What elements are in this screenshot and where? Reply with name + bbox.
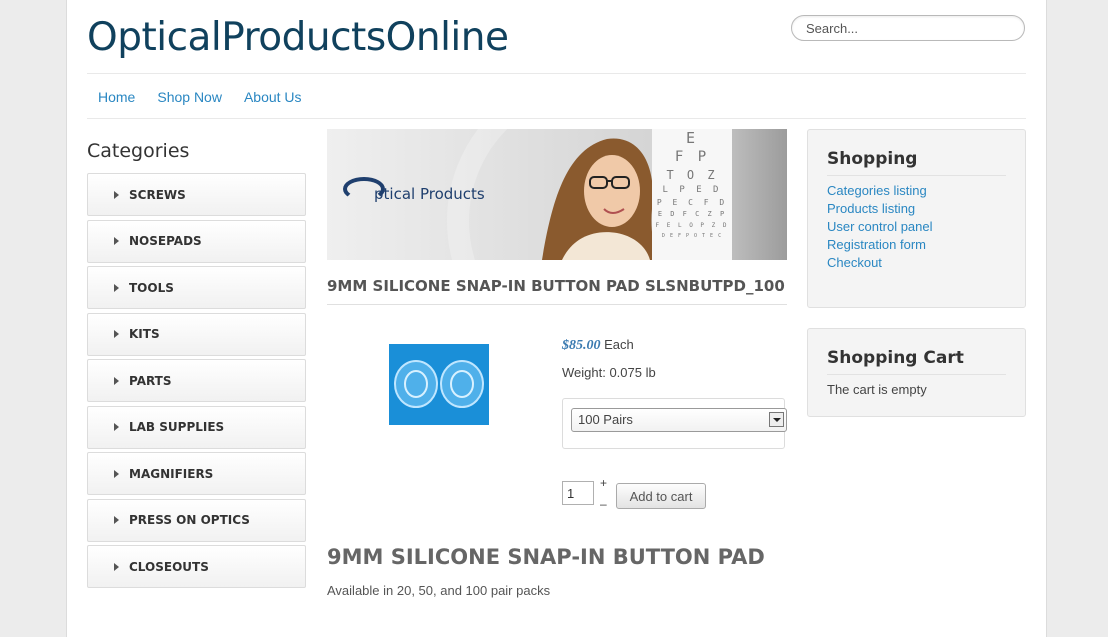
caret-right-icon (114, 330, 119, 338)
category-label: LAB SUPPLIES (129, 420, 225, 434)
link-checkout[interactable]: Checkout (808, 254, 1025, 272)
pack-size-value: 100 Pairs (578, 412, 633, 427)
nav-home[interactable]: Home (87, 89, 146, 105)
eye-chart-row: F P (674, 149, 710, 165)
category-label: PARTS (129, 373, 172, 388)
category-label: MAGNIFIERS (129, 466, 214, 481)
category-label: SCREWS (129, 187, 186, 202)
product-price: $85.00 (562, 338, 601, 353)
woman-with-glasses-image (542, 138, 657, 260)
nav-divider (87, 118, 1026, 119)
category-label: TOOLS (129, 280, 174, 295)
product-weight: Weight: 0.075 lb (562, 365, 656, 380)
caret-right-icon (114, 469, 119, 478)
chevron-down-icon[interactable] (769, 412, 784, 427)
shopping-cart-title: Shopping Cart (827, 348, 964, 368)
eye-chart-row: E D F C Z P (657, 210, 727, 218)
category-parts[interactable]: PARTS (87, 359, 306, 402)
header-divider (87, 73, 1026, 74)
pack-size-select[interactable]: 100 Pairs (571, 408, 787, 432)
categories-title: Categories (87, 140, 190, 162)
caret-right-icon (114, 376, 119, 385)
category-label: NOSEPADS (129, 234, 202, 248)
price-unit: Each (604, 337, 634, 352)
nav-about-us[interactable]: About Us (233, 89, 313, 105)
product-description: Available in 20, 50, and 100 pair packs (327, 583, 551, 598)
search-input[interactable] (791, 15, 1025, 41)
page-container: OpticalProductsOnline Home Shop Now Abou… (66, 0, 1047, 637)
category-magnifiers[interactable]: MAGNIFIERS (87, 452, 306, 495)
product-divider (327, 304, 787, 305)
cart-status: The cart is empty (827, 382, 927, 397)
category-nosepads[interactable]: NOSEPADS (87, 219, 306, 263)
category-label: CLOSEOUTS (129, 559, 209, 574)
category-press-on-optics[interactable]: PRESS ON OPTICS (87, 498, 306, 542)
product-title: 9MM SILICONE SNAP-IN BUTTON PAD SLSNBUTP… (327, 277, 785, 295)
eye-chart-image: E F P T O Z L P E D P E C F D E D F C Z … (652, 129, 732, 260)
product-heading: 9MM SILICONE SNAP-IN BUTTON PAD (327, 545, 765, 569)
caret-right-icon (114, 423, 119, 431)
caret-right-icon (114, 283, 119, 292)
price-line: $85.00 Each (562, 337, 634, 354)
caret-right-icon (114, 562, 119, 571)
link-products-listing[interactable]: Products listing (808, 200, 1025, 218)
category-tools[interactable]: TOOLS (87, 266, 306, 309)
link-categories-listing[interactable]: Categories listing (808, 182, 1025, 200)
category-screws[interactable]: SCREWS (87, 173, 306, 216)
product-image[interactable] (389, 344, 489, 425)
banner-logo-text: ptical Products (374, 185, 485, 203)
site-title[interactable]: OpticalProductsOnline (87, 15, 509, 60)
eye-chart-row: P E C F D (656, 198, 728, 207)
category-label: PRESS ON OPTICS (129, 513, 250, 527)
add-to-cart-button[interactable]: Add to cart (616, 483, 706, 509)
main-nav: Home Shop Now About Us (87, 89, 313, 105)
caret-right-icon (114, 237, 119, 245)
shopping-cart-module: Shopping Cart The cart is empty (807, 328, 1026, 417)
eye-chart-row: D E F P O T E C (661, 233, 723, 239)
eye-chart-row: L P E D (662, 185, 722, 195)
options-box: 100 Pairs (562, 398, 787, 449)
shopping-title: Shopping (827, 149, 918, 169)
eye-chart-row: E (685, 129, 699, 147)
link-user-control-panel[interactable]: User control panel (808, 218, 1025, 236)
shopping-module: Shopping Categories listing Products lis… (807, 129, 1026, 308)
categories-list: SCREWS NOSEPADS TOOLS KITS PARTS LAB SUP… (87, 173, 306, 592)
promo-banner: ptical Products E F P T O Z L P E D P E … (327, 129, 787, 260)
quantity-increment[interactable]: + (600, 476, 607, 490)
category-label: KITS (129, 327, 160, 341)
quantity-decrement[interactable]: – (600, 497, 607, 511)
category-closeouts[interactable]: CLOSEOUTS (87, 545, 306, 588)
caret-right-icon (114, 190, 119, 199)
quantity-input[interactable] (562, 481, 594, 505)
category-lab-supplies[interactable]: LAB SUPPLIES (87, 405, 306, 449)
caret-right-icon (114, 516, 119, 524)
nav-shop-now[interactable]: Shop Now (146, 89, 233, 105)
category-kits[interactable]: KITS (87, 312, 306, 356)
link-registration-form[interactable]: Registration form (808, 236, 1025, 254)
eye-chart-row: F E L O P Z D (655, 222, 729, 229)
eye-chart-row: T O Z (666, 168, 718, 182)
